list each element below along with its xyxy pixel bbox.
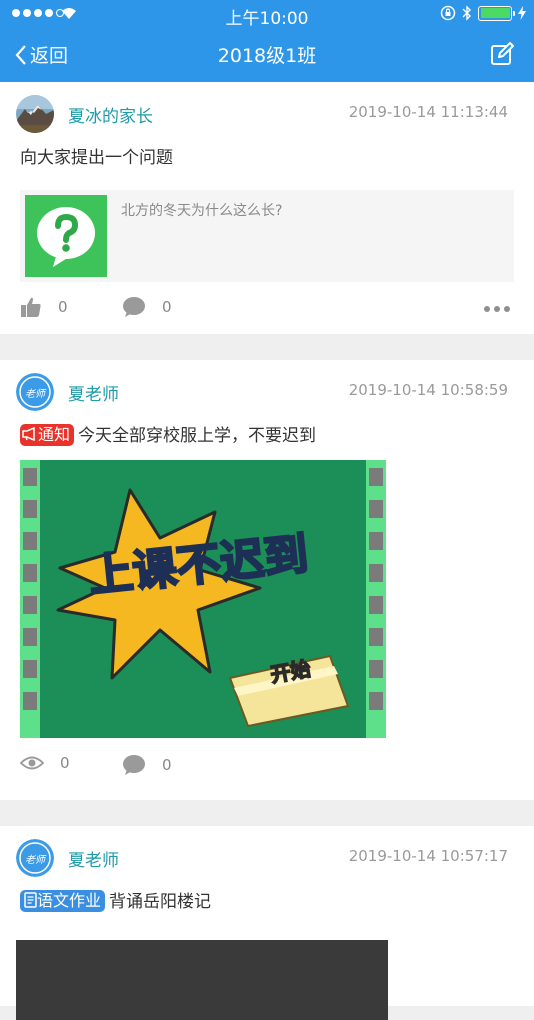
megaphone-icon <box>22 426 35 442</box>
question-bubble-icon <box>37 207 95 267</box>
thumbs-up-icon <box>21 297 41 317</box>
post-text: 背诵岳阳楼记 <box>109 892 212 912</box>
comment-icon <box>123 297 145 317</box>
feed: 夏冰的家长 2019-10-14 11:13:44 向大家提出一个问题 北方的冬… <box>0 82 534 1020</box>
separator <box>0 334 534 360</box>
class-reminder-illustration: 上课不迟到 开始 <box>20 460 386 738</box>
avatar[interactable] <box>16 95 54 133</box>
compose-icon[interactable] <box>490 42 514 66</box>
post-text: 向大家提出一个问题 <box>20 148 173 168</box>
post-card: 老师 夏老师 2019-10-14 10:58:59 通知 今天全部穿校服上学，… <box>0 360 534 800</box>
avatar-label: 老师 <box>25 389 45 400</box>
eye-icon <box>20 756 44 770</box>
view-count-indicator: 0 <box>20 754 70 772</box>
post-text: 今天全部穿校服上学，不要迟到 <box>78 426 317 446</box>
comment-count: 0 <box>162 298 172 316</box>
more-options-button[interactable] <box>484 306 510 312</box>
notice-badge: 通知 <box>20 424 75 446</box>
charging-icon <box>518 6 526 20</box>
post-card: 老师 夏老师 2019-10-14 10:57:17 语文作业 背诵岳阳楼记 <box>0 826 534 1020</box>
avatar-label: 老师 <box>25 855 45 866</box>
question-thumbnail <box>25 195 107 277</box>
post-text-row: 通知 今天全部穿校服上学，不要迟到 <box>0 424 534 448</box>
post-image[interactable] <box>16 940 388 1020</box>
post-date: 2019-10-14 10:58:59 <box>348 381 508 399</box>
author-name[interactable]: 夏老师 <box>68 380 119 405</box>
page-title: 2018级1班 <box>217 45 317 67</box>
notice-badge-label: 通知 <box>38 425 71 444</box>
avatar[interactable]: 老师 <box>16 839 54 877</box>
author-name[interactable]: 夏老师 <box>68 846 119 871</box>
comment-button[interactable]: 0 <box>122 296 172 318</box>
like-count: 0 <box>58 298 68 316</box>
comment-button[interactable]: 0 <box>122 754 172 776</box>
status-bar: 上午10:00 <box>0 0 534 29</box>
avatar[interactable]: 老师 <box>16 373 54 411</box>
rotation-lock-icon <box>440 5 456 21</box>
separator <box>0 800 534 826</box>
homework-badge: 语文作业 <box>20 890 106 912</box>
battery-icon <box>478 5 515 21</box>
homework-badge-label: 语文作业 <box>37 891 102 910</box>
document-icon <box>24 892 37 908</box>
comment-count: 0 <box>162 756 172 774</box>
post-image[interactable]: 上课不迟到 开始 <box>20 460 386 738</box>
post-text-row: 语文作业 背诵岳阳楼记 <box>0 890 534 914</box>
nav-bar: 返回 2018级1班 <box>0 28 534 82</box>
like-button[interactable]: 0 <box>20 296 68 318</box>
post-date: 2019-10-14 10:57:17 <box>348 847 508 865</box>
question-link-card[interactable]: 北方的冬天为什么这么长? <box>20 190 514 282</box>
view-count: 0 <box>60 754 70 772</box>
post-card: 夏冰的家长 2019-10-14 11:13:44 向大家提出一个问题 北方的冬… <box>0 82 534 334</box>
post-date: 2019-10-14 11:13:44 <box>348 103 508 121</box>
comment-icon <box>123 755 145 775</box>
question-link-text: 北方的冬天为什么这么长? <box>121 203 283 219</box>
author-name[interactable]: 夏冰的家长 <box>68 102 153 127</box>
bluetooth-icon <box>462 5 471 21</box>
